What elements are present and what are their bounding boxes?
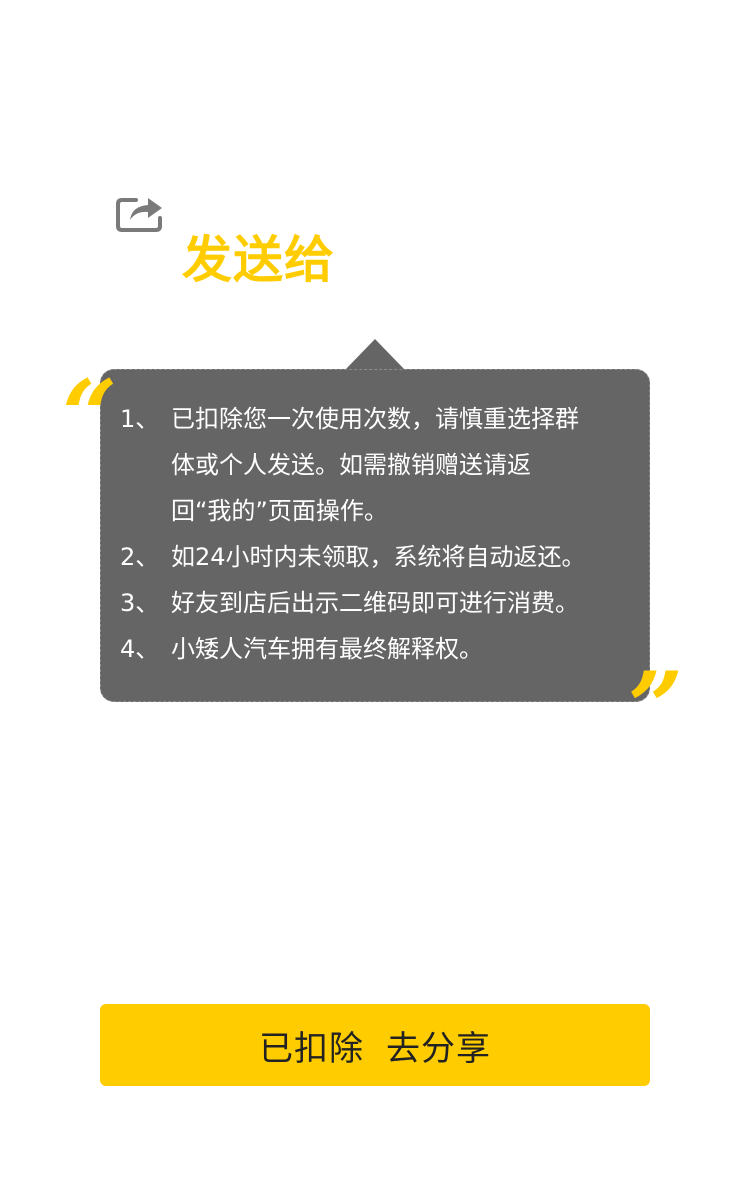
button-share-label: 去分享 bbox=[386, 1028, 491, 1069]
share-button[interactable]: 已扣除 去分享 bbox=[100, 1004, 650, 1086]
page-title: 发送给 bbox=[182, 231, 335, 289]
notice-item-number: 4、 bbox=[120, 635, 160, 663]
notice-item: 3、 好友到店后出示二维码即可进行消费。 bbox=[120, 580, 630, 626]
notice-item: 1、 已扣除您一次使用次数，请慎重选择群 体或个人发送。如需撤销赠送请返 回“我… bbox=[120, 396, 630, 534]
notice-item-line: 回“我的”页面操作。 bbox=[171, 497, 388, 525]
notice-item-line: 如24小时内未领取，系统将自动返还。 bbox=[171, 543, 586, 571]
notice-item-line: 小矮人汽车拥有最终解释权。 bbox=[171, 635, 483, 663]
button-deducted-label: 已扣除 bbox=[259, 1028, 364, 1069]
notice-item: 2、 如24小时内未领取，系统将自动返还。 bbox=[120, 534, 630, 580]
notice-item-line: 已扣除您一次使用次数，请慎重选择群 bbox=[171, 405, 579, 433]
notice-item-number: 1、 bbox=[120, 405, 160, 433]
notice-list: 1、 已扣除您一次使用次数，请慎重选择群 体或个人发送。如需撤销赠送请返 回“我… bbox=[120, 396, 630, 672]
card-pointer bbox=[345, 339, 405, 370]
share-arrow-icon bbox=[116, 190, 164, 232]
close-quote-mark: ” bbox=[628, 651, 684, 764]
notice-item-number: 2、 bbox=[120, 543, 160, 571]
open-quote-mark: “ bbox=[62, 359, 118, 472]
notice-item-line: 体或个人发送。如需撤销赠送请返 bbox=[171, 451, 531, 479]
notice-item-number: 3、 bbox=[120, 589, 160, 617]
notice-item: 4、 小矮人汽车拥有最终解释权。 bbox=[120, 626, 630, 672]
notice-item-line: 好友到店后出示二维码即可进行消费。 bbox=[171, 589, 579, 617]
